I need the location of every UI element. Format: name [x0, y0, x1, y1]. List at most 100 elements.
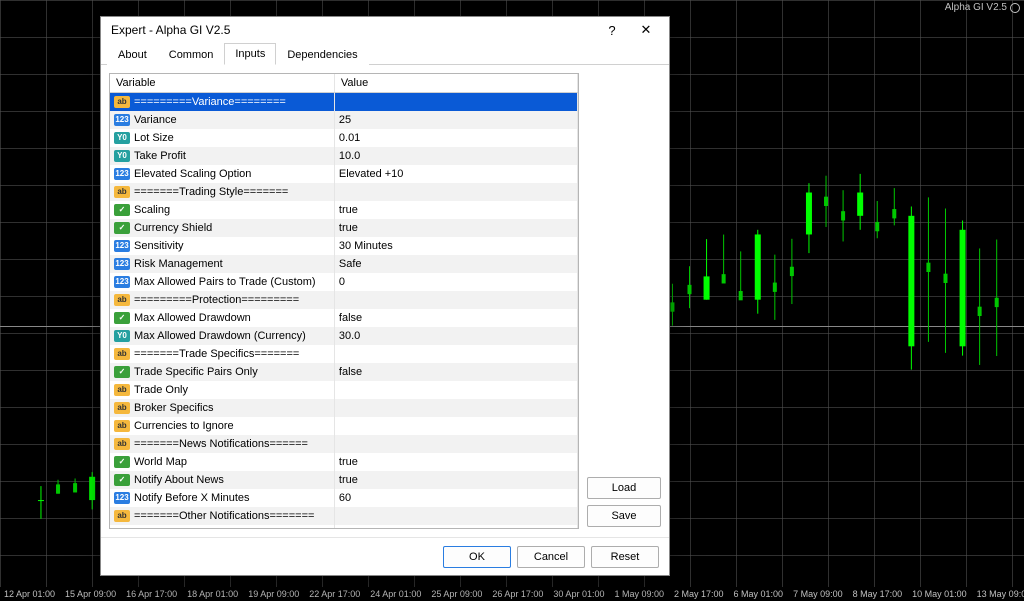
value-cell[interactable]: true	[334, 471, 577, 489]
input-row[interactable]: ✓Notify About Newstrue	[110, 471, 578, 489]
time-tick: 1 May 09:00	[614, 589, 664, 599]
ab-type-icon: ab	[114, 348, 130, 360]
tab-inputs[interactable]: Inputs	[224, 43, 276, 65]
input-row[interactable]: ab=======Other Notifications=======	[110, 507, 578, 525]
chk-type-icon: ✓	[114, 456, 130, 468]
tab-about[interactable]: About	[107, 44, 158, 65]
ab-type-icon: ab	[114, 186, 130, 198]
123-type-icon: 123	[114, 168, 130, 180]
value-cell[interactable]	[334, 435, 577, 453]
ab-type-icon: ab	[114, 402, 130, 414]
variable-label: Currency Shield	[134, 222, 212, 234]
input-row[interactable]: 123Notify Before X Minutes60	[110, 489, 578, 507]
close-button[interactable]: ✕	[629, 19, 663, 41]
input-row[interactable]: ✓World Maptrue	[110, 453, 578, 471]
value-cell[interactable]: 30 Minutes	[334, 237, 577, 255]
value-cell[interactable]: false	[334, 309, 577, 327]
cancel-button[interactable]: Cancel	[517, 546, 585, 568]
123-type-icon: 123	[114, 240, 130, 252]
variable-label: Sensitivity	[134, 240, 184, 252]
input-row[interactable]: 123 Sensitivity 30 Minutes	[110, 237, 578, 255]
input-row[interactable]: ab Broker Specifics	[110, 399, 578, 417]
value-cell[interactable]: 0.01	[334, 129, 577, 147]
side-buttons: Load Save	[587, 73, 661, 529]
input-row[interactable]: 123Elevated Scaling OptionElevated +10	[110, 165, 578, 183]
expert-dialog: Expert - Alpha GI V2.5 ? ✕ AboutCommonIn…	[100, 16, 670, 576]
input-row[interactable]: ab=========Variance========	[110, 93, 578, 111]
overlay-text: Alpha GI V2.5	[945, 2, 1007, 13]
ok-button[interactable]: OK	[443, 546, 511, 568]
input-row[interactable]: ab=========Protection=========	[110, 291, 578, 309]
input-row[interactable]: 123Max Allowed Pairs to Trade (Custom)0	[110, 273, 578, 291]
variable-label: =======Trading Style=======	[134, 186, 288, 198]
value-cell[interactable]: false	[334, 525, 577, 530]
input-row[interactable]: ✓Scalingtrue	[110, 201, 578, 219]
value-cell[interactable]: 10.0	[334, 147, 577, 165]
col-value[interactable]: Value	[334, 74, 577, 93]
ab-type-icon: ab	[114, 438, 130, 450]
inputs-rows: ab=========Variance======== 123 Variance 25…	[110, 93, 578, 530]
help-button[interactable]: ?	[595, 19, 629, 41]
input-row[interactable]: ✓Other Notificationsfalse	[110, 525, 578, 530]
value-cell[interactable]	[334, 93, 577, 111]
input-row[interactable]: abTrade Only	[110, 381, 578, 399]
ab-type-icon: ab	[114, 420, 130, 432]
123-type-icon: 123	[114, 114, 130, 126]
input-row[interactable]: ab =======Trading Style=======	[110, 183, 578, 201]
col-variable[interactable]: Variable	[110, 74, 334, 93]
value-cell[interactable]: true	[334, 453, 577, 471]
smiley-icon	[1010, 3, 1020, 13]
save-button[interactable]: Save	[587, 505, 661, 527]
variable-label: Broker Specifics	[134, 402, 213, 414]
value-cell[interactable]	[334, 417, 577, 435]
value-cell[interactable]: 25	[334, 111, 577, 129]
input-row[interactable]: ✓Max Allowed Drawdownfalse	[110, 309, 578, 327]
input-row[interactable]: ab=======News Notifications======	[110, 435, 578, 453]
value-cell[interactable]	[334, 345, 577, 363]
input-row[interactable]: 123Risk ManagementSafe	[110, 255, 578, 273]
variable-label: Trade Only	[134, 384, 188, 396]
value-cell[interactable]	[334, 291, 577, 309]
value-cell[interactable]: 0	[334, 273, 577, 291]
value-cell[interactable]: 30.0	[334, 327, 577, 345]
value-cell[interactable]: true	[334, 219, 577, 237]
chk-type-icon: ✓	[114, 222, 130, 234]
value-cell[interactable]: 60	[334, 489, 577, 507]
time-tick: 30 Apr 01:00	[553, 589, 604, 599]
input-row[interactable]: Y0Max Allowed Drawdown (Currency)30.0	[110, 327, 578, 345]
value-cell[interactable]	[334, 381, 577, 399]
variable-label: Lot Size	[134, 132, 174, 144]
time-tick: 16 Apr 17:00	[126, 589, 177, 599]
value-cell[interactable]: Elevated +10	[334, 165, 577, 183]
dialog-titlebar[interactable]: Expert - Alpha GI V2.5 ? ✕	[101, 17, 669, 43]
tab-dependencies[interactable]: Dependencies	[276, 44, 368, 65]
dialog-footer: OK Cancel Reset	[101, 537, 669, 575]
input-row[interactable]: 123 Variance 25	[110, 111, 578, 129]
variable-label: Risk Management	[134, 258, 223, 270]
input-row[interactable]: ✓ Currency Shield true	[110, 219, 578, 237]
variable-label: Variance	[134, 114, 177, 126]
value-cell[interactable]: false	[334, 363, 577, 381]
input-row[interactable]: ab=======Trade Specifics=======	[110, 345, 578, 363]
time-tick: 24 Apr 01:00	[370, 589, 421, 599]
ab-type-icon: ab	[114, 510, 130, 522]
value-cell[interactable]	[334, 399, 577, 417]
value-cell[interactable]	[334, 183, 577, 201]
input-row[interactable]: ✓Trade Specific Pairs Onlyfalse	[110, 363, 578, 381]
time-tick: 12 Apr 01:00	[4, 589, 55, 599]
value-cell[interactable]: Safe	[334, 255, 577, 273]
input-row[interactable]: abCurrencies to Ignore	[110, 417, 578, 435]
load-button[interactable]: Load	[587, 477, 661, 499]
value-cell[interactable]	[334, 507, 577, 525]
value-cell[interactable]: true	[334, 201, 577, 219]
tab-common[interactable]: Common	[158, 44, 225, 65]
inputs-grid[interactable]: Variable Value ab=========Variance======…	[109, 73, 579, 529]
chart-overlay-label: Alpha GI V2.5	[945, 2, 1020, 13]
variable-label: Max Allowed Drawdown (Currency)	[134, 330, 306, 342]
input-row[interactable]: Y0Lot Size0.01	[110, 129, 578, 147]
variable-label: Take Profit	[134, 150, 186, 162]
time-tick: 26 Apr 17:00	[492, 589, 543, 599]
chart-time-axis: 12 Apr 01:0015 Apr 09:0016 Apr 17:0018 A…	[0, 587, 1024, 601]
reset-button[interactable]: Reset	[591, 546, 659, 568]
input-row[interactable]: Y0Take Profit10.0	[110, 147, 578, 165]
